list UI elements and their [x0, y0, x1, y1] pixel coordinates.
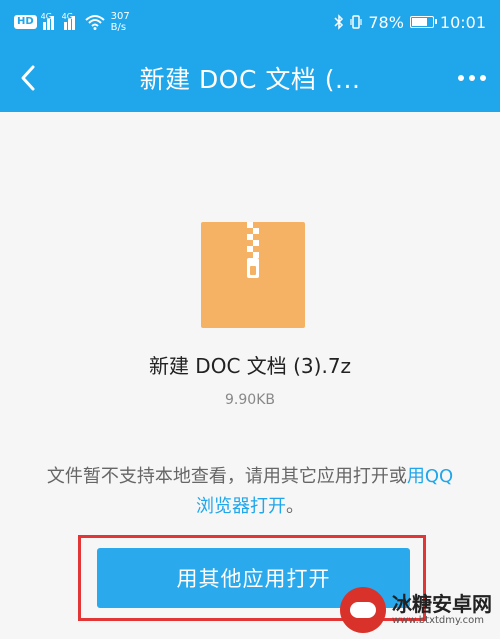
battery-percent: 78% — [368, 12, 404, 32]
signal-icon: 4G — [40, 12, 58, 30]
signal-type-label: 4G — [61, 12, 73, 21]
watermark-title: 冰糖安卓网 — [392, 592, 492, 616]
watermark-text: 冰糖安卓网 www.btxtdmy.com — [392, 593, 492, 627]
battery-icon — [409, 16, 437, 28]
vibrate-icon — [350, 15, 362, 29]
network-speed-unit: B/s — [110, 22, 127, 33]
chevron-left-icon — [21, 65, 35, 91]
file-size: 9.90KB — [225, 392, 275, 408]
signal-type-label: 4G — [40, 12, 52, 21]
bluetooth-icon — [334, 14, 344, 30]
file-preview-content: 新建 DOC 文档 (3).7z 9.90KB 文件暂不支持本地查看，请用其它应… — [0, 112, 500, 639]
more-dots-icon — [458, 75, 486, 81]
hd-badge: HD — [14, 15, 37, 29]
status-bar-left: HD 4G 4G 307 B/s — [14, 11, 130, 33]
network-speed-value: 307 — [110, 11, 130, 22]
watermark-logo-icon — [340, 587, 386, 633]
zip-archive-icon — [201, 222, 305, 328]
back-button[interactable] — [0, 44, 56, 112]
clock: 10:01 — [439, 12, 486, 32]
app-bar: 新建 DOC 文档 (... — [0, 44, 500, 112]
notice-suffix: 。 — [286, 496, 304, 517]
notice-text: 文件暂不支持本地查看，请用其它应用打开或 — [46, 466, 407, 487]
signal-icon: 4G — [61, 12, 79, 30]
status-bar-right: 78% 10:01 — [334, 13, 486, 32]
network-speed: 307 B/s — [111, 11, 130, 33]
more-options-button[interactable] — [444, 44, 500, 112]
watermark-url: www.btxtdmy.com — [392, 615, 485, 626]
watermark: 冰糖安卓网 www.btxtdmy.com — [340, 587, 492, 633]
unsupported-notice: 文件暂不支持本地查看，请用其它应用打开或用QQ浏览器打开。 — [40, 462, 460, 522]
wifi-icon — [85, 15, 105, 30]
status-bar: HD 4G 4G 307 B/s 78% 10:01 — [0, 0, 500, 44]
file-name: 新建 DOC 文档 (3).7z — [148, 354, 352, 378]
page-title: 新建 DOC 文档 (... — [139, 65, 361, 94]
